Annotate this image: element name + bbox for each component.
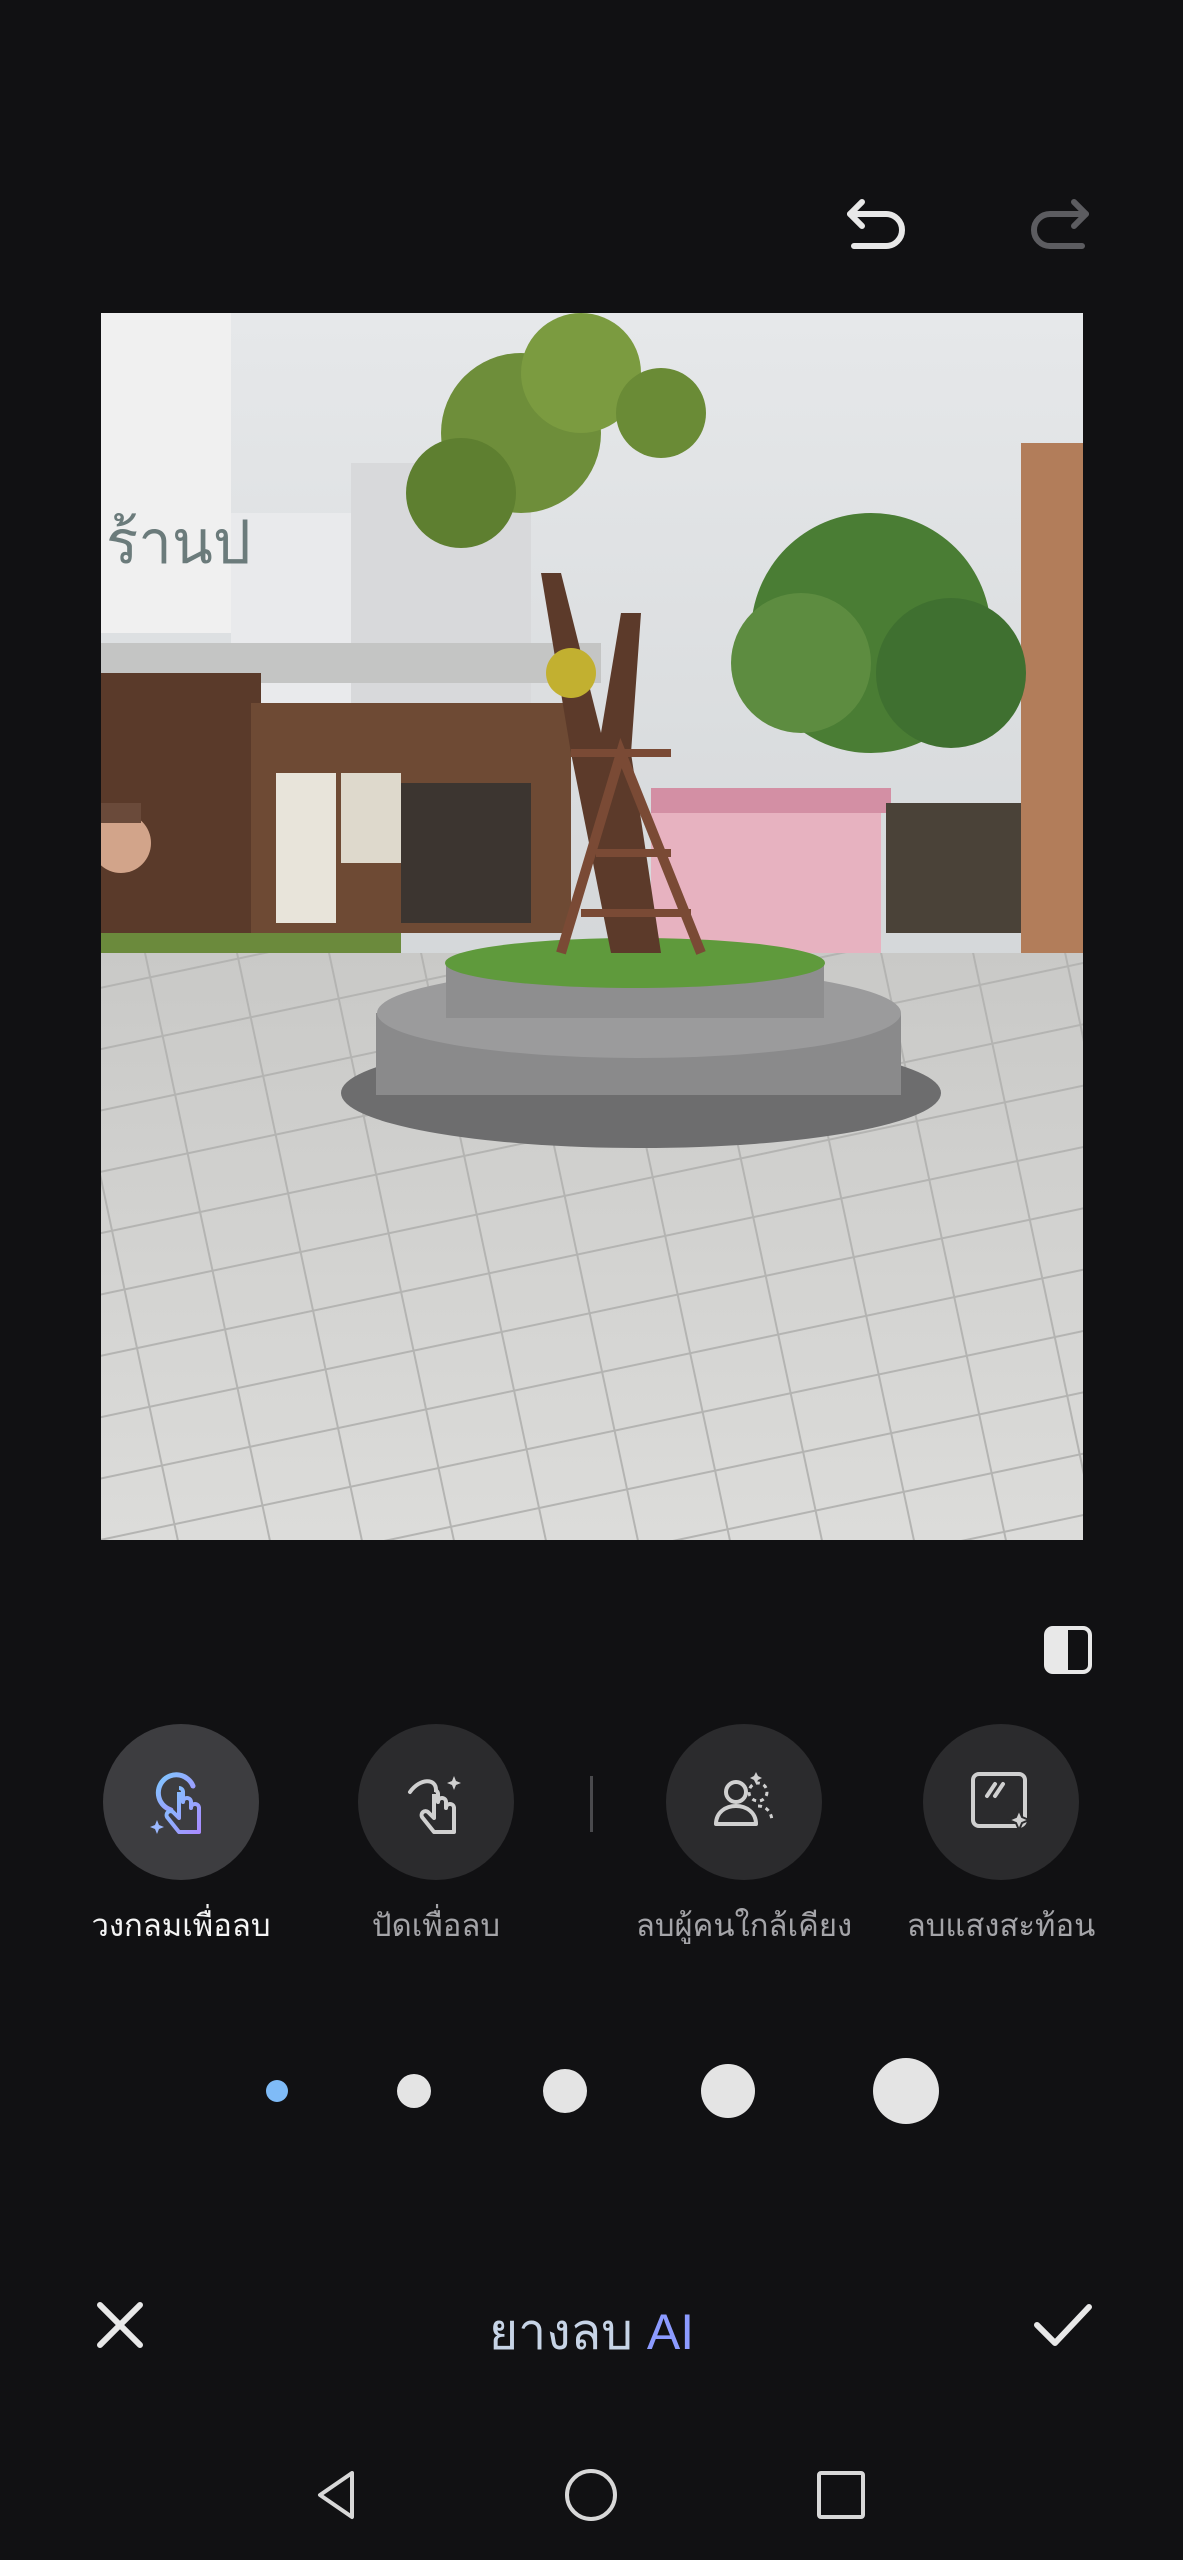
page-title: ยางลบ AI [0, 2293, 1183, 2372]
tool-label: วงกลมเพื่อลบ [91, 1908, 271, 1943]
tool-circle-to-erase[interactable]: วงกลมเพื่อลบ [46, 1724, 316, 1950]
undo-button[interactable] [833, 180, 923, 260]
edited-photo-canvas[interactable]: ร้านป [101, 313, 1083, 1540]
brush-size-2[interactable] [397, 2074, 431, 2108]
svg-text:ร้านป: ร้านป [106, 508, 251, 578]
brush-erase-icon [408, 1776, 461, 1834]
tool-circle-bg [103, 1724, 259, 1880]
eraser-tools: วงกลมเพื่อลบ ปัดเพื่อลบ ลบผู้คนใกล้เคียง… [0, 1724, 1183, 1944]
nav-home-button[interactable] [541, 2445, 641, 2545]
tool-remove-nearby-people[interactable]: ลบผู้คนใกล้เคียง [609, 1724, 879, 1950]
tool-label: ปัดเพื่อลบ [371, 1908, 501, 1943]
tool-remove-reflection[interactable]: ลบแสงสะท้อน [866, 1724, 1136, 1950]
history-controls [833, 180, 1103, 260]
title-thai: ยางลบ [488, 2304, 647, 2360]
tool-circle-bg [923, 1724, 1079, 1880]
bottom-action-bar: ยางลบ AI [0, 2285, 1183, 2365]
redo-button[interactable] [1013, 180, 1103, 260]
brush-size-selector [0, 2055, 1183, 2135]
title-ai: AI [646, 2304, 695, 2360]
brush-size-3[interactable] [543, 2069, 587, 2113]
tool-divider [590, 1776, 593, 1832]
redo-icon [1031, 199, 1089, 249]
confirm-button[interactable] [1023, 2285, 1103, 2365]
checkmark-icon [1034, 2304, 1092, 2346]
brush-size-1[interactable] [266, 2080, 288, 2102]
circle-erase-icon [150, 1772, 201, 1834]
tool-circle-bg [358, 1724, 514, 1880]
plaza-tree-photo: ร้านป [101, 313, 1083, 1540]
nav-recents-button[interactable] [791, 2445, 891, 2545]
remove-people-icon [714, 1772, 774, 1826]
tool-label: ลบผู้คนใกล้เคียง [635, 1908, 853, 1943]
back-icon [318, 2471, 354, 2519]
ai-eraser-screen: ร้านป วงกลมเพื่อลบ ปัดเพื่อลบ ลบผู้คนใกล… [0, 0, 1183, 2560]
undo-icon [847, 199, 905, 249]
compare-icon [1044, 1626, 1092, 1674]
compare-button[interactable] [1033, 1610, 1103, 1690]
tool-brush-to-erase[interactable]: ปัดเพื่อลบ [301, 1724, 571, 1950]
tool-circle-bg [666, 1724, 822, 1880]
nav-back-button[interactable] [288, 2445, 388, 2545]
brush-size-4[interactable] [701, 2064, 755, 2118]
recents-icon [817, 2471, 865, 2519]
brush-size-5[interactable] [873, 2058, 939, 2124]
home-icon [565, 2469, 617, 2521]
tool-label: ลบแสงสะท้อน [906, 1908, 1096, 1943]
system-navigation-bar [0, 2445, 1183, 2545]
remove-reflection-icon [971, 1772, 1032, 1833]
